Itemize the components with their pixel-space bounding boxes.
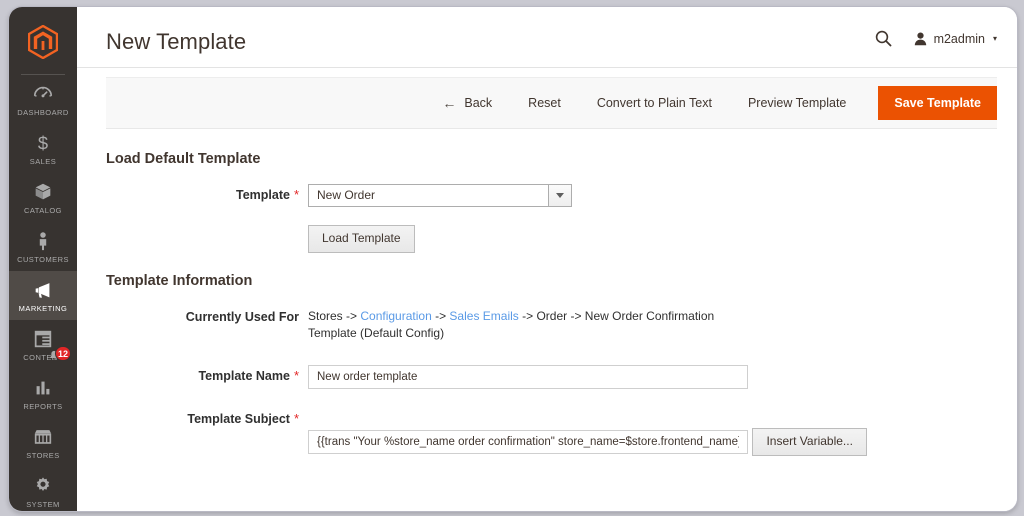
header-actions: m2admin ▾ — [875, 30, 997, 47]
back-arrow-icon: ← — [442, 95, 457, 111]
template-select-control: New Order Load Template — [308, 184, 997, 253]
main-content: New Template m2admin ▾ ← Back Reset Conv… — [77, 7, 1017, 511]
template-name-label: Template Name * — [106, 365, 308, 387]
sidebar-item-customers[interactable]: Customers — [9, 222, 77, 271]
load-template-button-label: Load Template — [322, 231, 401, 245]
insert-variable-button-label: Insert Variable... — [766, 434, 853, 448]
reset-button[interactable]: Reset — [510, 86, 579, 120]
preview-button-label: Preview Template — [747, 96, 847, 110]
svg-text:$: $ — [38, 132, 48, 153]
user-menu[interactable]: m2admin ▾ — [914, 32, 997, 46]
currently-used-for-value: Stores -> Configuration -> Sales Emails … — [308, 306, 738, 342]
dashboard-icon — [33, 86, 53, 98]
configuration-link[interactable]: Configuration — [360, 309, 431, 323]
box-icon — [35, 183, 51, 200]
magento-logo[interactable] — [9, 7, 77, 71]
bar-chart-icon — [36, 381, 50, 395]
back-button[interactable]: ← Back — [424, 86, 510, 120]
storefront-icon — [34, 430, 52, 444]
admin-sidebar: Dashboard $ Sales Catalog Customers — [9, 7, 77, 511]
sidebar-item-reports[interactable]: Reports — [9, 369, 77, 418]
user-name: m2admin — [933, 31, 985, 46]
template-select-label: Template * — [106, 184, 308, 206]
sidebar-item-label: Marketing — [18, 304, 68, 313]
sidebar-item-stores[interactable]: Stores — [9, 418, 77, 467]
load-template-button[interactable]: Load Template — [308, 225, 415, 253]
template-information-heading: Template Information — [106, 273, 253, 289]
template-name-control — [308, 365, 997, 389]
chevron-down-icon[interactable] — [548, 184, 572, 207]
used-for-prefix: Stores -> — [308, 309, 361, 323]
convert-to-plain-text-button[interactable]: Convert to Plain Text — [579, 86, 730, 120]
person-icon — [39, 232, 47, 251]
sidebar-item-label: Dashboard — [17, 108, 69, 117]
template-subject-label: Template Subject * — [106, 408, 308, 430]
page-actions-toolbar: ← Back Reset Convert to Plain Text Previ… — [106, 77, 997, 129]
required-indicator: * — [293, 187, 299, 202]
sidebar-item-label: Customers — [17, 255, 69, 264]
sales-emails-link[interactable]: Sales Emails — [449, 309, 518, 323]
template-subject-row: Template Subject* Insert Variable... — [106, 408, 997, 456]
page-title: New Template — [106, 29, 247, 54]
sidebar-item-catalog[interactable]: Catalog — [9, 173, 77, 222]
sidebar-item-marketing[interactable]: Marketing — [9, 271, 77, 320]
save-button-label: Save Template — [894, 96, 981, 110]
megaphone-icon — [35, 283, 50, 298]
page-header: New Template m2admin ▾ — [77, 7, 1017, 68]
sidebar-item-label: System — [26, 500, 60, 509]
dollar-icon: $ — [38, 132, 48, 153]
currently-used-for-label: Currently Used For — [185, 310, 299, 324]
sidebar-item-sales[interactable]: $ Sales — [9, 124, 77, 173]
currently-used-for-row: Currently Used For Stores -> Configurati… — [106, 306, 997, 342]
template-name-label-text: Template Name — [198, 369, 290, 383]
user-icon — [914, 32, 926, 45]
layout-icon — [34, 330, 52, 348]
template-select-value[interactable]: New Order — [308, 184, 548, 207]
template-select[interactable]: New Order — [308, 184, 572, 207]
reset-button-label: Reset — [528, 96, 561, 110]
template-name-input[interactable] — [308, 365, 748, 389]
sidebar-item-content[interactable]: 12 Content — [9, 320, 77, 369]
template-select-label-text: Template — [235, 188, 290, 202]
sidebar-item-label: Catalog — [24, 206, 62, 215]
form-body: Load Default Template Template * New Orde… — [77, 151, 1017, 456]
browser-window: Dashboard $ Sales Catalog Customers — [8, 6, 1018, 512]
required-indicator: * — [293, 411, 299, 426]
template-subject-input[interactable] — [308, 430, 748, 454]
save-template-button[interactable]: Save Template — [878, 86, 997, 120]
used-for-sep: -> — [431, 309, 450, 323]
sidebar-item-label: Stores — [26, 451, 60, 460]
back-button-label: Back — [464, 96, 493, 110]
template-subject-label-text: Template Subject — [187, 412, 290, 426]
template-subject-control: Insert Variable... — [308, 408, 997, 456]
gear-icon — [36, 477, 50, 491]
currently-used-for-control: Stores -> Configuration -> Sales Emails … — [308, 306, 997, 342]
required-indicator: * — [293, 368, 299, 383]
sidebar-item-system[interactable]: System — [9, 467, 77, 511]
search-icon[interactable] — [875, 30, 892, 47]
load-default-template-heading: Load Default Template — [106, 151, 261, 167]
template-name-row: Template Name * — [106, 365, 997, 389]
preview-template-button[interactable]: Preview Template — [730, 86, 864, 120]
content-notification-badge[interactable]: 12 — [54, 346, 71, 361]
convert-button-label: Convert to Plain Text — [596, 96, 712, 110]
sidebar-item-dashboard[interactable]: Dashboard — [9, 75, 77, 124]
sidebar-item-label: Sales — [29, 157, 57, 166]
insert-variable-button[interactable]: Insert Variable... — [752, 428, 867, 456]
sidebar-item-label: Reports — [23, 402, 63, 411]
chevron-down-icon: ▾ — [992, 34, 997, 43]
magento-logo-icon — [28, 25, 58, 59]
template-select-row: Template * New Order Load Template — [106, 184, 997, 253]
